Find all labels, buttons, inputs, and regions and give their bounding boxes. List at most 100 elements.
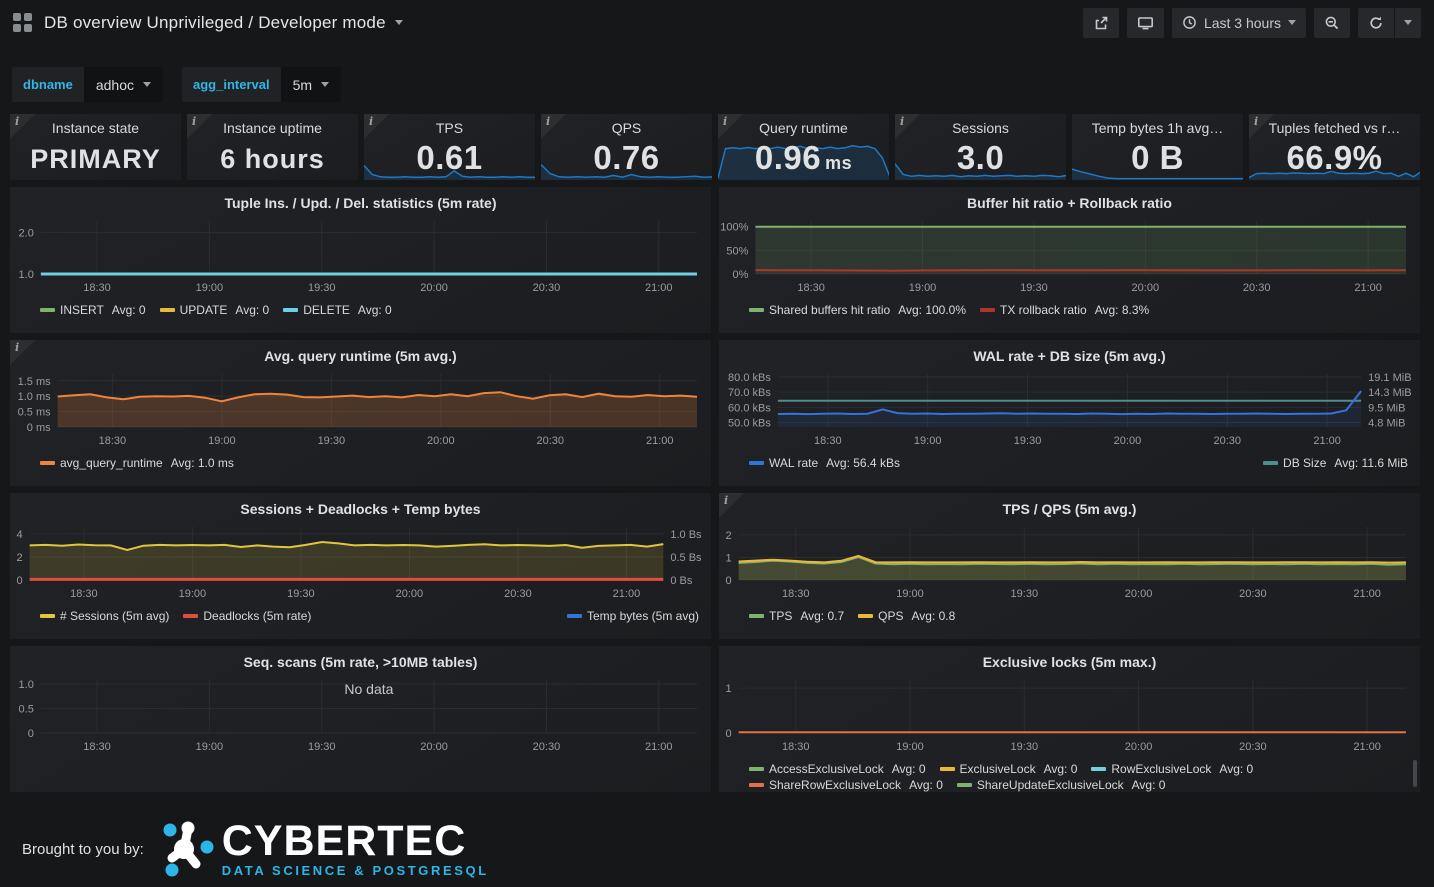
refresh-button[interactable] <box>1358 8 1394 38</box>
legend-avg: Avg: 100.0% <box>898 303 966 317</box>
share-button[interactable] <box>1083 8 1119 38</box>
refresh-interval-dropdown[interactable] <box>1395 8 1421 38</box>
stat-number: 0.96 <box>755 139 821 176</box>
legend-item[interactable]: DELETEAvg: 0 <box>283 303 392 317</box>
variable-dbname[interactable]: dbname adhoc <box>12 67 163 102</box>
legend-item[interactable]: TPSAvg: 0.7 <box>749 609 844 623</box>
legend-item[interactable]: TX rollback ratioAvg: 8.3% <box>980 303 1149 317</box>
variable-dbname-value[interactable]: adhoc <box>84 67 163 102</box>
legend-item[interactable]: DB SizeAvg: 11.6 MiB <box>1263 456 1408 470</box>
legend-item[interactable]: ShareUpdateExclusiveLock Avg: 0 <box>957 778 1166 792</box>
panel-title[interactable]: Tuples fetched vs r… <box>1249 120 1420 136</box>
legend-avg: Avg: 0 <box>1132 778 1166 792</box>
chevron-down-icon <box>143 82 151 87</box>
legend-label: Deadlocks (5m rate) <box>203 609 311 623</box>
x-tick-label: 19:00 <box>208 435 236 447</box>
chart-row-4: Seq. scans (5m rate, >10MB tables) 00.51… <box>10 646 1420 792</box>
chart-canvas[interactable]: 00.51.018:3019:0019:3020:0020:3021:00No … <box>10 673 711 753</box>
chart-canvas[interactable]: 0240 Bs0.5 Bs1.0 Bs18:3019:0019:3020:002… <box>10 520 711 600</box>
x-tick-label: 20:00 <box>420 282 448 294</box>
legend-label: TX rollback ratio <box>1000 303 1087 317</box>
panel-title[interactable]: Instance state <box>10 120 181 136</box>
variable-agg-interval-selected: 5m <box>293 77 312 93</box>
panel-title[interactable]: Seq. scans (5m rate, >10MB tables) <box>10 646 711 673</box>
x-tick-label: 20:00 <box>1125 741 1153 753</box>
y-tick-label: 1.0 <box>19 679 34 691</box>
chart-canvas[interactable]: 0 ms0.5 ms1.0 ms1.5 ms18:3019:0019:3020:… <box>10 367 711 447</box>
legend-item[interactable]: WAL rateAvg: 56.4 kBs <box>749 456 900 470</box>
chart-canvas[interactable]: 50.0 kBs60.0 kBs70.0 kBs80.0 kBs4.8 MiB9… <box>719 367 1420 447</box>
legend-item[interactable]: RowExclusiveLockAvg: 0 <box>1091 762 1253 776</box>
dashboard-title[interactable]: DB overview Unprivileged / Developer mod… <box>44 13 403 33</box>
brand-name: CYBERTEC <box>222 821 489 861</box>
panel-title[interactable]: Temp bytes 1h avg… <box>1072 120 1243 136</box>
legend-item[interactable]: UPDATEAvg: 0 <box>160 303 270 317</box>
panel-title[interactable]: Avg. query runtime (5m avg.) <box>10 340 711 367</box>
legend-item[interactable]: QPSAvg: 0.8 <box>858 609 955 623</box>
legend-item[interactable]: ShareRowExclusiveLockAvg: 0 <box>749 778 943 792</box>
tv-cycle-button[interactable] <box>1127 8 1164 38</box>
panel-title[interactable]: Query runtime <box>718 120 889 136</box>
legend-label: ShareUpdateExclusiveLock <box>977 778 1124 792</box>
legend-item[interactable]: Temp bytes (5m avg) <box>567 609 699 623</box>
chart-legend: TPSAvg: 0.7 QPSAvg: 0.8 <box>749 609 1408 623</box>
panel-info-icon[interactable]: i <box>541 114 566 139</box>
panel-info-icon[interactable]: i <box>1249 114 1274 139</box>
y-tick-label: 0% <box>733 269 749 281</box>
panel-info-icon[interactable]: i <box>719 493 744 518</box>
x-tick-label: 20:00 <box>427 435 455 447</box>
legend-swatch <box>1091 767 1106 771</box>
stat-unit: ms <box>825 153 852 173</box>
panel-info-icon[interactable]: i <box>187 114 212 139</box>
panel-info-icon[interactable]: i <box>10 340 35 365</box>
grafana-menu-icon[interactable] <box>13 13 32 32</box>
panel-info-icon[interactable]: i <box>10 114 35 139</box>
panel-exclusive-locks: Exclusive locks (5m max.) 0118:3019:0019… <box>719 646 1420 792</box>
legend-label: TPS <box>769 609 792 623</box>
series-line <box>778 391 1361 414</box>
chevron-down-icon <box>321 82 329 87</box>
legend-item[interactable]: Shared buffers hit ratioAvg: 100.0% <box>749 303 966 317</box>
panel-title[interactable]: QPS <box>541 120 712 136</box>
panel-info-icon[interactable]: i <box>718 114 743 139</box>
chart-legend: INSERTAvg: 0 UPDATEAvg: 0 DELETEAvg: 0 <box>40 303 699 317</box>
chart-legend: AccessExclusiveLockAvg: 0 ExclusiveLockAv… <box>749 762 1408 792</box>
chart-canvas[interactable]: 0118:3019:0019:3020:0020:3021:00 <box>719 673 1420 753</box>
chart-canvas[interactable]: 1.02.018:3019:0019:3020:0020:3021:00 <box>10 214 711 294</box>
chart-legend: WAL rateAvg: 56.4 kBs DB SizeAvg: 11.6 Mi… <box>749 456 1408 470</box>
legend-item[interactable]: Deadlocks (5m rate) <box>183 609 311 623</box>
panel-title[interactable]: Exclusive locks (5m max.) <box>719 646 1420 673</box>
legend-item[interactable]: INSERTAvg: 0 <box>40 303 146 317</box>
legend-item[interactable]: AccessExclusiveLockAvg: 0 <box>749 762 926 776</box>
panel-title[interactable]: TPS / QPS (5m avg.) <box>719 493 1420 520</box>
panel-title[interactable]: Tuple Ins. / Upd. / Del. statistics (5m … <box>10 187 711 214</box>
zoom-out-button[interactable] <box>1314 8 1350 38</box>
chart-canvas[interactable]: 0%50%100%18:3019:0019:3020:0020:3021:00 <box>719 214 1420 294</box>
legend-item[interactable]: avg_query_runtimeAvg: 1.0 ms <box>40 456 234 470</box>
panel-info-icon[interactable]: i <box>895 114 920 139</box>
legend-avg: Avg: 0 <box>112 303 146 317</box>
panel-info-icon[interactable]: i <box>364 114 389 139</box>
panel-title[interactable]: Sessions <box>895 120 1066 136</box>
stat-value: 6 hours <box>187 144 358 175</box>
panel-title[interactable]: Sessions + Deadlocks + Temp bytes <box>10 493 711 520</box>
y-tick-label-right: 0 Bs <box>670 575 693 587</box>
stat-value: 66.9% <box>1249 139 1420 177</box>
legend-item[interactable]: # Sessions (5m avg) <box>40 609 169 623</box>
legend-item[interactable]: ExclusiveLockAvg: 0 <box>940 762 1078 776</box>
panel-title[interactable]: Buffer hit ratio + Rollback ratio <box>719 187 1420 214</box>
panel-title[interactable]: TPS <box>364 120 535 136</box>
chart-canvas[interactable]: 01218:3019:0019:3020:0020:3021:00 <box>719 520 1420 600</box>
variable-agg-interval-value[interactable]: 5m <box>281 67 341 102</box>
panel-title[interactable]: Instance uptime <box>187 120 358 136</box>
stat-value: 0.76 <box>541 139 712 177</box>
variable-dbname-selected: adhoc <box>96 77 134 93</box>
legend-avg: Avg: 0 <box>358 303 392 317</box>
legend-scrollbar[interactable] <box>1413 760 1417 787</box>
time-range-picker[interactable]: Last 3 hours <box>1172 8 1306 38</box>
x-tick-label: 20:00 <box>396 588 424 600</box>
y-tick-label: 1.0 <box>19 269 34 281</box>
panel-title[interactable]: WAL rate + DB size (5m avg.) <box>719 340 1420 367</box>
x-tick-label: 19:30 <box>1011 741 1039 753</box>
variable-agg-interval[interactable]: agg_interval 5m <box>182 67 341 102</box>
